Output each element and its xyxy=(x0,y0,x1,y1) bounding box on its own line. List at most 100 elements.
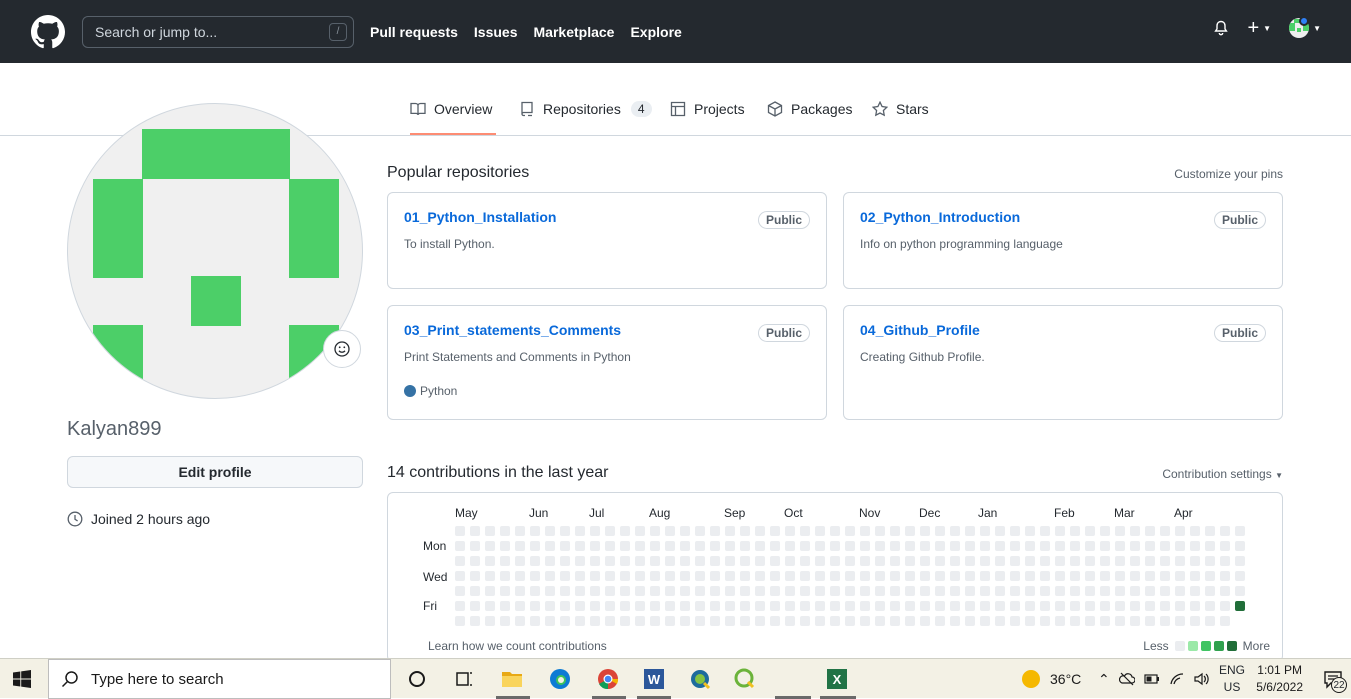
contribution-day[interactable] xyxy=(995,556,1005,566)
contribution-day[interactable] xyxy=(620,601,630,611)
contribution-day[interactable] xyxy=(890,616,900,626)
contribution-day[interactable] xyxy=(1010,571,1020,581)
contribution-day[interactable] xyxy=(1025,526,1035,536)
contribution-day[interactable] xyxy=(815,586,825,596)
contribution-day[interactable] xyxy=(965,601,975,611)
contribution-day[interactable] xyxy=(1100,556,1110,566)
contribution-day[interactable] xyxy=(860,526,870,536)
contribution-day[interactable] xyxy=(1220,571,1230,581)
contribution-day[interactable] xyxy=(935,601,945,611)
contribution-day[interactable] xyxy=(650,616,660,626)
contribution-day[interactable] xyxy=(635,541,645,551)
excel-icon[interactable]: X xyxy=(825,667,849,691)
contribution-day[interactable] xyxy=(1070,556,1080,566)
contribution-day[interactable] xyxy=(935,556,945,566)
contribution-day[interactable] xyxy=(1010,601,1020,611)
contribution-day[interactable] xyxy=(455,541,465,551)
contribution-day[interactable] xyxy=(1055,586,1065,596)
contribution-day[interactable] xyxy=(710,586,720,596)
contribution-day[interactable] xyxy=(605,601,615,611)
contribution-day[interactable] xyxy=(950,556,960,566)
contribution-day[interactable] xyxy=(710,526,720,536)
contribution-day[interactable] xyxy=(485,571,495,581)
contribution-day[interactable] xyxy=(710,616,720,626)
contribution-day[interactable] xyxy=(1235,571,1245,581)
contribution-day[interactable] xyxy=(710,556,720,566)
contribution-day[interactable] xyxy=(965,616,975,626)
contribution-day[interactable] xyxy=(965,586,975,596)
contribution-day[interactable] xyxy=(710,601,720,611)
contribution-day[interactable] xyxy=(740,616,750,626)
contribution-day[interactable] xyxy=(1175,601,1185,611)
contribution-day[interactable] xyxy=(1145,556,1155,566)
contribution-day[interactable] xyxy=(950,541,960,551)
contribution-day[interactable] xyxy=(695,541,705,551)
contribution-day[interactable] xyxy=(485,586,495,596)
contribution-day[interactable] xyxy=(680,541,690,551)
contribution-day[interactable] xyxy=(920,571,930,581)
contribution-day[interactable] xyxy=(605,586,615,596)
contribution-day[interactable] xyxy=(1220,601,1230,611)
nav-explore[interactable]: Explore xyxy=(630,24,681,40)
contribution-day[interactable] xyxy=(620,571,630,581)
contribution-day[interactable] xyxy=(1235,541,1245,551)
contribution-day[interactable] xyxy=(995,601,1005,611)
contribution-day[interactable] xyxy=(500,571,510,581)
contribution-day[interactable] xyxy=(920,526,930,536)
contribution-day[interactable] xyxy=(725,541,735,551)
contribution-day[interactable] xyxy=(560,556,570,566)
tab-repositories[interactable]: Repositories 4 xyxy=(519,101,652,135)
contribution-day[interactable] xyxy=(500,541,510,551)
contribution-day[interactable] xyxy=(1100,571,1110,581)
onedrive-icon[interactable] xyxy=(1118,672,1135,686)
contribution-day[interactable] xyxy=(1010,616,1020,626)
contribution-day[interactable] xyxy=(500,586,510,596)
contribution-day[interactable] xyxy=(1085,526,1095,536)
contribution-day[interactable] xyxy=(860,571,870,581)
contribution-day[interactable] xyxy=(905,601,915,611)
contribution-day[interactable] xyxy=(1145,586,1155,596)
contribution-day[interactable] xyxy=(1130,526,1140,536)
contribution-day[interactable] xyxy=(1010,586,1020,596)
contribution-day[interactable] xyxy=(1175,586,1185,596)
contribution-day[interactable] xyxy=(1085,586,1095,596)
contribution-day[interactable] xyxy=(725,556,735,566)
contribution-day[interactable] xyxy=(1025,541,1035,551)
contribution-day[interactable] xyxy=(1205,616,1215,626)
contribution-day[interactable] xyxy=(905,616,915,626)
contribution-day[interactable] xyxy=(1205,526,1215,536)
contribution-day[interactable] xyxy=(650,586,660,596)
contribution-day[interactable] xyxy=(845,601,855,611)
contribution-day[interactable] xyxy=(755,616,765,626)
repo-link[interactable]: 04_Github_Profile xyxy=(860,322,1266,338)
contribution-day[interactable] xyxy=(590,586,600,596)
contribution-day[interactable] xyxy=(1175,526,1185,536)
contribution-day[interactable] xyxy=(950,586,960,596)
contribution-day[interactable] xyxy=(995,526,1005,536)
contribution-day[interactable] xyxy=(575,541,585,551)
contribution-day[interactable] xyxy=(755,556,765,566)
contribution-day[interactable] xyxy=(680,556,690,566)
contribution-day[interactable] xyxy=(860,556,870,566)
contribution-day[interactable] xyxy=(1190,586,1200,596)
search-input[interactable]: Search or jump to... / xyxy=(82,15,354,48)
contribution-day[interactable] xyxy=(980,556,990,566)
contribution-day[interactable] xyxy=(530,526,540,536)
contribution-day[interactable] xyxy=(1220,556,1230,566)
contribution-day[interactable] xyxy=(680,586,690,596)
contribution-day[interactable] xyxy=(815,571,825,581)
contribution-day[interactable] xyxy=(875,616,885,626)
contribution-day[interactable] xyxy=(1115,616,1125,626)
contribution-day[interactable] xyxy=(1160,601,1170,611)
repo-link[interactable]: 02_Python_Introduction xyxy=(860,209,1266,225)
contribution-day[interactable] xyxy=(875,556,885,566)
contribution-day[interactable] xyxy=(635,526,645,536)
contribution-day[interactable] xyxy=(920,556,930,566)
contribution-day[interactable] xyxy=(1010,526,1020,536)
contribution-day[interactable] xyxy=(785,616,795,626)
contribution-day[interactable] xyxy=(830,571,840,581)
contribution-day[interactable] xyxy=(1160,541,1170,551)
contribution-day[interactable] xyxy=(1235,556,1245,566)
action-center-button[interactable]: 22 xyxy=(1323,669,1347,694)
contribution-day[interactable] xyxy=(875,541,885,551)
